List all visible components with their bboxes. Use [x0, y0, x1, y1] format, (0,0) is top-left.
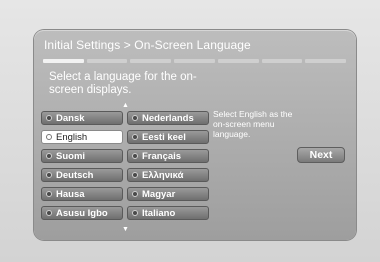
instruction-text: Select a language for the on-screen disp…: [49, 71, 197, 96]
step-segment: [86, 59, 128, 63]
step-segment: [130, 59, 172, 63]
language-option-ellinika[interactable]: Ελληνικά: [127, 168, 209, 182]
language-label: Italiano: [142, 207, 176, 219]
language-label: English: [56, 131, 88, 143]
radio-indicator-icon: [46, 153, 52, 159]
radio-indicator-icon: [46, 134, 52, 140]
step-segment: [305, 59, 347, 63]
language-label: Deutsch: [56, 169, 94, 181]
radio-indicator-icon: [46, 172, 52, 178]
language-option-eesti-keel[interactable]: Eesti keel: [127, 130, 209, 144]
language-option-magyar[interactable]: Magyar: [127, 187, 209, 201]
language-option-hausa[interactable]: Hausa: [41, 187, 123, 201]
language-option-asusu-igbo[interactable]: Asusu Igbo: [41, 206, 123, 220]
step-segment: [43, 59, 84, 63]
scroll-up-arrow-icon[interactable]: ▲: [122, 102, 129, 109]
language-label: Nederlands: [142, 112, 194, 124]
radio-indicator-icon: [132, 153, 138, 159]
radio-indicator-icon: [132, 172, 138, 178]
language-label: Hausa: [56, 188, 85, 200]
language-option-italiano[interactable]: Italiano: [127, 206, 209, 220]
radio-indicator-icon: [132, 115, 138, 121]
language-label: Ελληνικά: [142, 169, 184, 181]
language-option-english[interactable]: English: [41, 130, 123, 144]
step-segment: [261, 59, 303, 63]
language-option-suomi[interactable]: Suomi: [41, 149, 123, 163]
language-option-deutsch[interactable]: Deutsch: [41, 168, 123, 182]
language-option-dansk[interactable]: Dansk: [41, 111, 123, 125]
step-progress-bar: [43, 59, 347, 65]
step-segment: [174, 59, 215, 63]
radio-indicator-icon: [132, 210, 138, 216]
language-label: Suomi: [56, 150, 86, 162]
language-option-francais[interactable]: Français: [127, 149, 209, 163]
radio-indicator-icon: [46, 115, 52, 121]
language-label: Eesti keel: [142, 131, 186, 143]
radio-indicator-icon: [132, 191, 138, 197]
language-label: Magyar: [142, 188, 176, 200]
language-label: Asusu Igbo: [56, 207, 108, 219]
scroll-down-arrow-icon[interactable]: ▼: [122, 226, 129, 233]
help-text: Select English as the on-screen menu lan…: [213, 109, 293, 139]
radio-indicator-icon: [132, 134, 138, 140]
language-option-nederlands[interactable]: Nederlands: [127, 111, 209, 125]
language-label: Dansk: [56, 112, 85, 124]
page-title: Initial Settings > On-Screen Language: [44, 38, 251, 52]
radio-indicator-icon: [46, 191, 52, 197]
language-label: Français: [142, 150, 182, 162]
next-button[interactable]: Next: [297, 147, 345, 163]
step-segment: [217, 59, 259, 63]
radio-indicator-icon: [46, 210, 52, 216]
